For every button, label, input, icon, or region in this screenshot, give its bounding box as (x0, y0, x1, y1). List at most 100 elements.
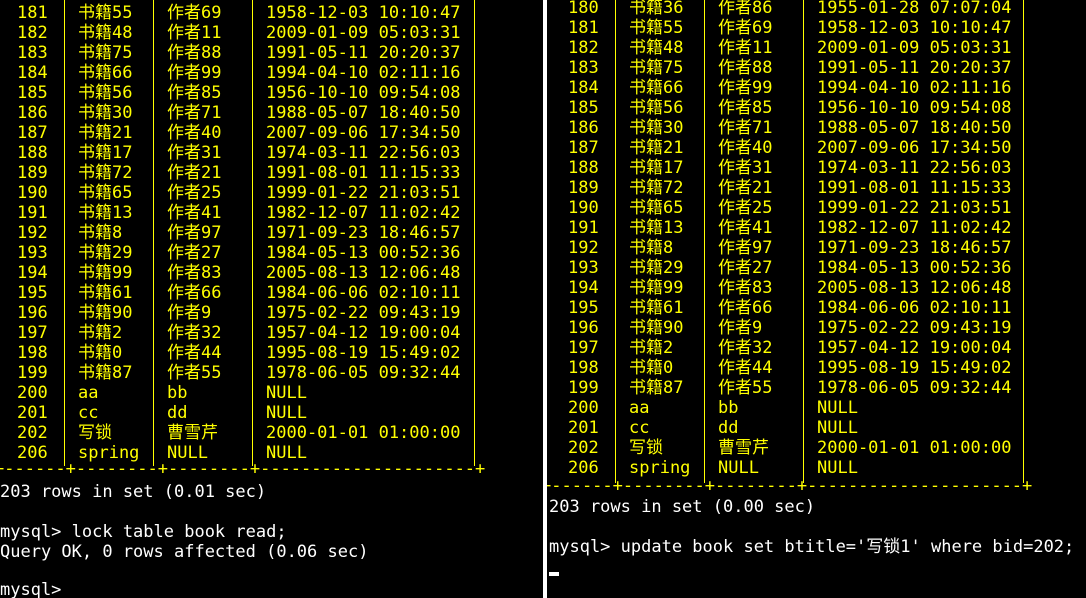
cell-author: 作者11 (167, 23, 222, 43)
cell-date: 1978-06-05 09:32:44 (266, 363, 461, 383)
cell-id: 194 (17, 263, 48, 283)
column-separator (1023, 0, 1024, 483)
cell-author: 作者71 (718, 118, 773, 138)
cell-title: 书籍99 (78, 263, 133, 283)
cell-title: 书籍2 (629, 338, 674, 358)
cell-title: 书籍21 (78, 123, 133, 143)
status-line: 203 rows in set (0.01 sec) (0, 482, 267, 502)
cell-date: 1956-10-10 09:54:08 (266, 83, 461, 103)
cell-date: 1958-12-03 10:10:47 (817, 18, 1012, 38)
cell-id: 198 (17, 343, 48, 363)
cell-id: 190 (17, 183, 48, 203)
table-border: +------+--------+--------+--------------… (547, 476, 1033, 496)
column-separator (615, 0, 616, 483)
cell-author: 作者88 (167, 43, 222, 63)
cell-id: 191 (17, 203, 48, 223)
command-line: mysql> update book set btitle='写锁1' wher… (549, 537, 1075, 557)
cell-title: 书籍66 (78, 63, 133, 83)
cell-date: 2005-08-13 12:06:48 (817, 278, 1012, 298)
cell-date: 1971-09-23 18:46:57 (817, 238, 1012, 258)
cell-id: 193 (17, 243, 48, 263)
cell-author: dd (718, 418, 739, 438)
cell-id: 181 (568, 18, 599, 38)
cell-id: 181 (17, 3, 48, 23)
cell-title: 书籍30 (629, 118, 684, 138)
cell-title: 书籍72 (78, 163, 133, 183)
cell-date: NULL (817, 398, 858, 418)
cell-date: 1957-04-12 19:00:04 (817, 338, 1012, 358)
cell-date: 1984-05-13 00:52:36 (266, 243, 461, 263)
terminal-right[interactable]: 180 书籍36 作者86 1955-01-28 07:07:04 181 书籍55 作者6… (547, 0, 1086, 598)
cell-title: 书籍55 (629, 18, 684, 38)
cell-author: bb (718, 398, 739, 418)
cell-id: 202 (17, 423, 48, 443)
cell-author: 作者9 (718, 318, 763, 338)
cell-author: dd (167, 403, 188, 423)
cell-date: NULL (266, 403, 307, 423)
cell-date: NULL (817, 458, 858, 478)
cell-title: 书籍56 (629, 98, 684, 118)
cell-title: aa (78, 383, 99, 403)
cell-author: 作者44 (167, 343, 222, 363)
cell-date: 2009-01-09 05:03:31 (266, 23, 461, 43)
cell-date: 1982-12-07 11:02:42 (817, 218, 1012, 238)
cell-date: 1958-12-03 10:10:47 (266, 3, 461, 23)
cell-date: 1956-10-10 09:54:08 (817, 98, 1012, 118)
cell-author: 作者41 (718, 218, 773, 238)
cell-title: 书籍65 (629, 198, 684, 218)
cell-title: 书籍0 (78, 343, 123, 363)
cell-title: 书籍48 (629, 38, 684, 58)
cell-id: 199 (568, 378, 599, 398)
cell-date: 1975-02-22 09:43:19 (817, 318, 1012, 338)
cell-author: 作者83 (167, 263, 222, 283)
result-line: Query OK, 0 rows affected (0.06 sec) (0, 542, 369, 562)
cell-author: 作者86 (718, 0, 773, 18)
command-line: mysql> lock table book read; (0, 522, 287, 542)
cell-author: 作者32 (167, 323, 222, 343)
cell-title: 书籍90 (78, 303, 133, 323)
cell-date: 1995-08-19 15:49:02 (266, 343, 461, 363)
column-separator (153, 0, 154, 466)
cell-date: 1988-05-07 18:40:50 (266, 103, 461, 123)
cell-date: 1974-03-11 22:56:03 (266, 143, 461, 163)
cell-id: 182 (17, 23, 48, 43)
cell-author: 作者66 (718, 298, 773, 318)
cell-title: 书籍30 (78, 103, 133, 123)
cell-id: 194 (568, 278, 599, 298)
cell-id: 202 (568, 438, 599, 458)
cell-id: 191 (568, 218, 599, 238)
cell-title: 书籍61 (78, 283, 133, 303)
cell-author: 作者31 (167, 143, 222, 163)
cell-id: 195 (17, 283, 48, 303)
cell-title: 书籍72 (629, 178, 684, 198)
cell-title: 书籍21 (629, 138, 684, 158)
cell-id: 187 (568, 138, 599, 158)
cell-date: NULL (817, 418, 858, 438)
cell-title: aa (629, 398, 650, 418)
cell-date: 1982-12-07 11:02:42 (266, 203, 461, 223)
cell-date: 1971-09-23 18:46:57 (266, 223, 461, 243)
cell-id: 196 (17, 303, 48, 323)
cell-id: 201 (568, 418, 599, 438)
cell-title: 写锁 (78, 423, 112, 443)
cell-title: 书籍8 (629, 238, 674, 258)
prompt-line: mysql> (0, 580, 62, 598)
cell-id: 198 (568, 358, 599, 378)
cell-date: 1978-06-05 09:32:44 (817, 378, 1012, 398)
cell-date: 1991-08-01 11:15:33 (817, 178, 1012, 198)
cell-author: 作者97 (718, 238, 773, 258)
terminal-left[interactable]: 181 书籍55 作者69 1958-12-03 10:10:47 182 书籍48 作者1… (0, 0, 543, 598)
cell-title: 书籍8 (78, 223, 123, 243)
cell-author: bb (167, 383, 188, 403)
cell-date: 1999-01-22 21:03:51 (817, 198, 1012, 218)
cell-id: 196 (568, 318, 599, 338)
cell-title: 书籍0 (629, 358, 674, 378)
column-separator (64, 0, 65, 466)
cell-id: 187 (17, 123, 48, 143)
cell-id: 206 (568, 458, 599, 478)
cell-date: 2007-09-06 17:34:50 (817, 138, 1012, 158)
cell-title: 书籍13 (78, 203, 133, 223)
column-separator (474, 0, 475, 466)
column-separator (803, 0, 804, 483)
cell-title: spring (629, 458, 691, 478)
